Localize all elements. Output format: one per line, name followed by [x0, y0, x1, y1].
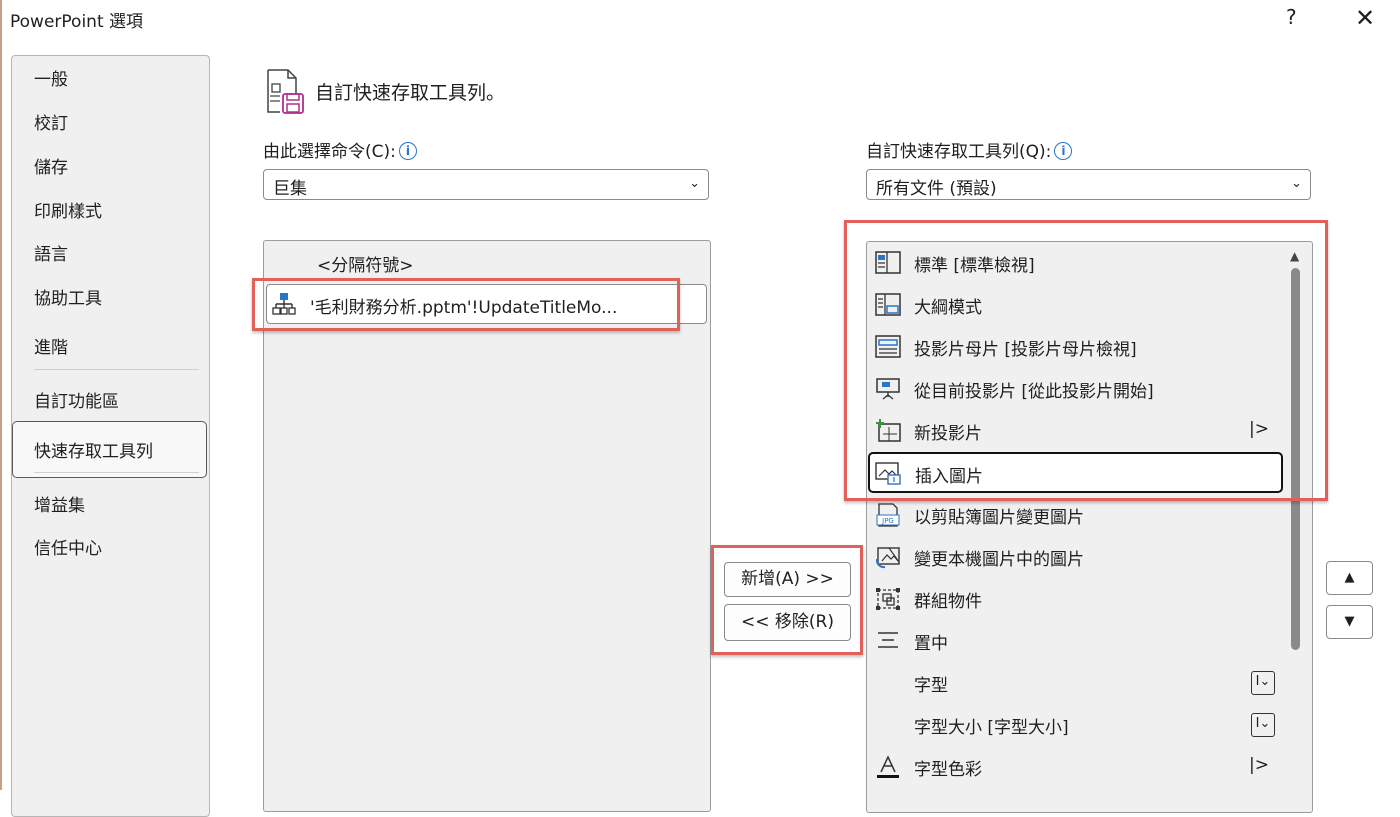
nav-item-quick-access-toolbar[interactable]: 快速存取工具列: [34, 437, 153, 462]
move-up-button[interactable]: ▲: [1326, 561, 1373, 595]
submenu-arrow-icon: |>: [1249, 755, 1269, 775]
nav-item-trust-center[interactable]: 信任中心: [34, 534, 102, 559]
qat-item-group[interactable]: 群組物件: [867, 578, 1287, 620]
choose-commands-label: 由此選擇命令(C): i: [263, 137, 417, 162]
highlight-buttons: [711, 545, 863, 655]
list-item-separator[interactable]: <分隔符號>: [317, 251, 414, 276]
align-center-icon: [878, 632, 898, 648]
nav-item-accessibility[interactable]: 協助工具: [34, 284, 102, 309]
info-icon[interactable]: i: [398, 142, 417, 160]
choose-commands-dropdown[interactable]: 巨集 ⌄: [263, 169, 709, 200]
info-icon[interactable]: i: [1054, 142, 1073, 160]
qat-item-change-picture[interactable]: 變更本機圖片中的圖片: [867, 536, 1287, 578]
text-box-dropdown-icon: I⌄: [1251, 671, 1275, 695]
nav-item-addins[interactable]: 增益集: [34, 491, 85, 516]
qat-item-font-color[interactable]: 字型色彩 |>: [867, 746, 1287, 788]
nav-item-save[interactable]: 儲存: [34, 153, 68, 178]
qat-item-font-size[interactable]: 字型大小 [字型大小] I⌄: [867, 704, 1287, 746]
highlight-qat-list: [844, 220, 1328, 501]
qat-item-align-center[interactable]: 置中: [867, 620, 1287, 662]
page-title: 自訂快速存取工具列。: [315, 82, 506, 104]
chevron-down-icon: ⌄: [1291, 176, 1302, 191]
jpg-icon: JPG: [876, 503, 900, 527]
highlight-macro: [252, 278, 680, 331]
change-picture-icon: [875, 547, 900, 569]
help-button[interactable]: ?: [1286, 5, 1297, 29]
nav-item-customize-ribbon[interactable]: 自訂功能區: [34, 387, 119, 412]
nav-item-language[interactable]: 語言: [34, 240, 68, 265]
options-nav: 一般 校訂 儲存 印刷樣式 語言 協助工具 進階 自訂功能區 快速存取工具列 增…: [11, 55, 210, 817]
close-button[interactable]: ✕: [1355, 4, 1375, 32]
chevron-down-icon: ⌄: [689, 176, 700, 191]
text-box-dropdown-icon: I⌄: [1251, 713, 1275, 737]
customize-toolbar-icon: [267, 69, 304, 114]
svg-text:JPG: JPG: [881, 517, 894, 525]
move-down-button[interactable]: ▼: [1326, 605, 1373, 639]
nav-item-proofing[interactable]: 校訂: [34, 109, 68, 134]
font-color-icon: [877, 755, 899, 778]
nav-item-general[interactable]: 一般: [34, 65, 68, 90]
window-title: PowerPoint 選項: [10, 12, 144, 32]
nav-item-advanced[interactable]: 進階: [34, 333, 68, 358]
nav-divider: [34, 472, 199, 473]
nav-item-typography[interactable]: 印刷樣式: [34, 197, 102, 222]
qat-item-font[interactable]: 字型 I⌄: [867, 662, 1287, 704]
nav-divider: [34, 369, 199, 370]
group-icon: [876, 588, 900, 610]
qat-scope-dropdown[interactable]: 所有文件 (預設) ⌄: [866, 169, 1311, 200]
window-edge: [0, 0, 2, 790]
qat-label: 自訂快速存取工具列(Q): i: [866, 137, 1073, 162]
